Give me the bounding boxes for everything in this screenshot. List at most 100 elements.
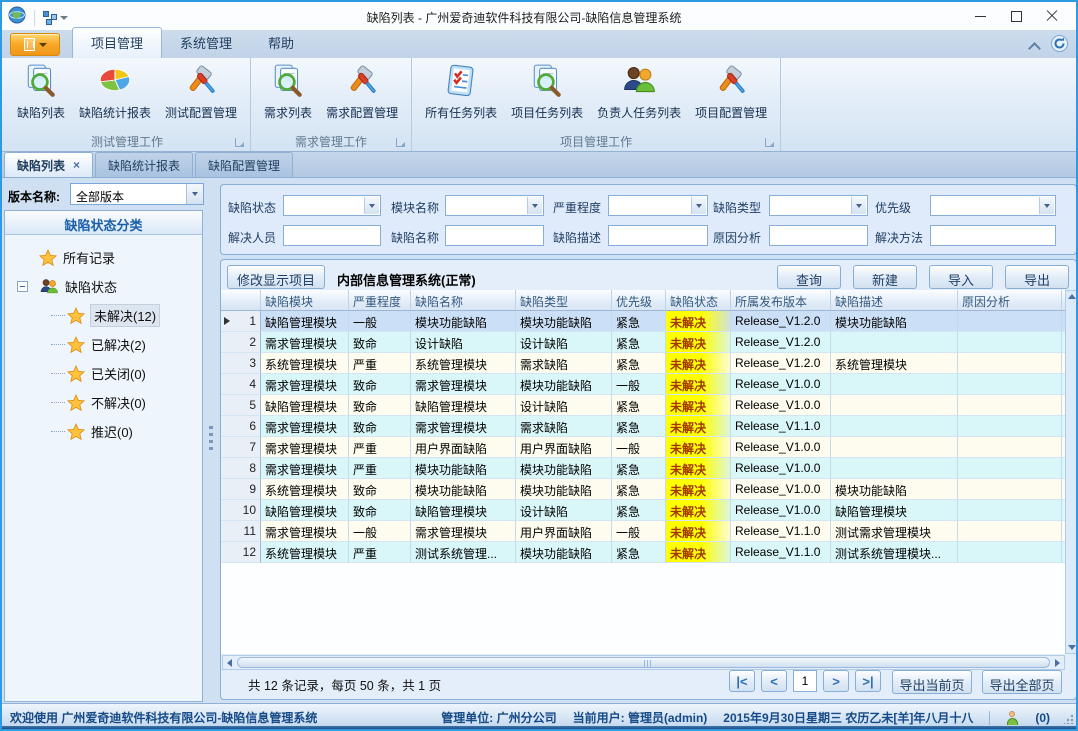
table-cell: 紧急	[612, 311, 666, 332]
column-header[interactable]: 所属发布版本	[731, 290, 831, 310]
column-header[interactable]: 原因分析	[958, 290, 1062, 310]
filter-dropdown[interactable]	[608, 195, 708, 216]
tree-item[interactable]: 推迟(0)	[5, 417, 202, 446]
close-button[interactable]	[1034, 5, 1070, 27]
doc-tab-1[interactable]: 缺陷列表×	[4, 152, 93, 177]
ribbon-button[interactable]: 需求配置管理	[319, 61, 405, 123]
tree-item[interactable]: 所有记录	[5, 243, 202, 272]
filter-dropdown[interactable]	[445, 195, 544, 216]
table-row[interactable]: 6需求管理模块致命需求管理模块需求缺陷紧急未解决Release_V1.1.0	[221, 416, 1065, 437]
table-row[interactable]: 5缺陷管理模块致命缺陷管理模块设计缺陷紧急未解决Release_V1.0.0	[221, 395, 1065, 416]
dialog-launcher-icon[interactable]	[765, 138, 774, 147]
chevron-down-icon[interactable]	[364, 197, 379, 214]
quick-access-toolbar-button[interactable]	[43, 11, 68, 25]
ribbon-button[interactable]: 需求列表	[257, 61, 319, 123]
help-refresh-icon[interactable]	[1051, 35, 1068, 57]
table-row[interactable]: 11需求管理模块一般需求管理模块用户界面缺陷一般未解决Release_V1.1.…	[221, 521, 1065, 542]
application-menu-button[interactable]	[10, 33, 60, 56]
tree-item[interactable]: 未解决(12)	[5, 301, 202, 330]
tree-item[interactable]: 不解决(0)	[5, 388, 202, 417]
sidebar-splitter[interactable]	[206, 178, 217, 705]
vertical-scrollbar[interactable]	[1065, 290, 1078, 654]
table-row[interactable]: 4需求管理模块致命需求管理模块模块功能缺陷一般未解决Release_V1.0.0	[221, 374, 1065, 395]
column-header[interactable]: 严重程度	[349, 290, 411, 310]
table-row[interactable]: 7需求管理模块严重用户界面缺陷用户界面缺陷一般未解决Release_V1.0.0	[221, 437, 1065, 458]
column-header[interactable]: 缺陷模块	[261, 290, 349, 310]
tree-item[interactable]: 已关闭(0)	[5, 359, 202, 388]
table-row[interactable]: 2需求管理模块致命设计缺陷设计缺陷紧急未解决Release_V1.2.0	[221, 332, 1065, 353]
chevron-down-icon[interactable]	[851, 197, 866, 214]
toolbar-action-button[interactable]: 导出	[1005, 265, 1069, 289]
ribbon-tab-3[interactable]: 帮助	[250, 28, 312, 58]
tree-item[interactable]: 已解决(2)	[5, 330, 202, 359]
ribbon-tab-1[interactable]: 项目管理	[72, 27, 162, 58]
tab-close-icon[interactable]: ×	[73, 160, 80, 170]
maximize-button[interactable]	[998, 5, 1034, 27]
column-header[interactable]: 缺陷名称	[411, 290, 516, 310]
horizontal-scrollbar[interactable]	[222, 655, 1065, 670]
filter-input[interactable]	[608, 225, 708, 246]
panel-title: 缺陷状态分类	[5, 211, 202, 235]
tree-item[interactable]: 缺陷状态	[5, 272, 202, 301]
collapse-ribbon-icon[interactable]	[1029, 43, 1039, 49]
scroll-up-icon[interactable]	[1068, 294, 1076, 299]
pager-first-button[interactable]: |<	[729, 670, 755, 692]
filter-input[interactable]	[445, 225, 544, 246]
column-header[interactable]: 缺陷描述	[831, 290, 958, 310]
ribbon-button[interactable]: 所有任务列表	[418, 61, 504, 123]
filter-input[interactable]	[769, 225, 868, 246]
ribbon-tab-2[interactable]: 系统管理	[162, 28, 250, 58]
ribbon-button[interactable]: 负责人任务列表	[590, 61, 688, 123]
table-cell: 用户界面缺陷	[516, 437, 612, 458]
ribbon-button[interactable]: 测试配置管理	[158, 61, 244, 123]
online-users-icon[interactable]	[1006, 711, 1019, 725]
column-header[interactable]: 缺陷类型	[516, 290, 612, 310]
ribbon-button[interactable]: 项目任务列表	[504, 61, 590, 123]
scroll-left-icon[interactable]	[227, 659, 232, 667]
pager-prev-button[interactable]: <	[761, 670, 787, 692]
table-cell: 一般	[349, 311, 411, 332]
table-cell: Release_V1.0.0	[731, 458, 831, 479]
chevron-down-icon[interactable]	[691, 197, 706, 214]
table-row[interactable]: 9系统管理模块致命模块功能缺陷模块功能缺陷紧急未解决Release_V1.0.0…	[221, 479, 1065, 500]
table-row[interactable]: 12系统管理模块严重测试系统管理...模块功能缺陷紧急未解决Release_V1…	[221, 542, 1065, 563]
table-row[interactable]: 3系统管理模块严重系统管理模块需求缺陷紧急未解决Release_V1.2.0系统…	[221, 353, 1065, 374]
pager-last-button[interactable]: >|	[855, 670, 881, 692]
chevron-down-icon[interactable]	[1039, 197, 1054, 214]
ribbon-button[interactable]: 项目配置管理	[688, 61, 774, 123]
ribbon-button[interactable]: 缺陷统计报表	[72, 61, 158, 123]
filter-dropdown[interactable]	[930, 195, 1056, 216]
filter-dropdown[interactable]	[283, 195, 381, 216]
table-row[interactable]: 8需求管理模块严重模块功能缺陷模块功能缺陷紧急未解决Release_V1.0.0	[221, 458, 1065, 479]
minimize-button[interactable]	[962, 5, 998, 27]
toolbar-action-button[interactable]: 查询	[777, 265, 841, 289]
doc-tab-3[interactable]: 缺陷配置管理	[195, 152, 293, 177]
ribbon-button[interactable]: 缺陷列表	[10, 61, 72, 123]
scroll-right-icon[interactable]	[1055, 659, 1060, 667]
resize-grip[interactable]	[1064, 715, 1073, 724]
tree-collapse-icon[interactable]	[17, 281, 28, 292]
modify-displayed-columns-button[interactable]: 修改显示项目	[227, 265, 325, 289]
page-number-input[interactable]	[793, 670, 817, 692]
toolbar-action-button[interactable]: 导入	[929, 265, 993, 289]
toolbar-action-button[interactable]: 新建	[853, 265, 917, 289]
table-row[interactable]: 1缺陷管理模块一般模块功能缺陷模块功能缺陷紧急未解决Release_V1.2.0…	[221, 311, 1065, 332]
scrollbar-thumb[interactable]	[237, 657, 1050, 668]
column-header[interactable]: 缺陷状态	[666, 290, 731, 310]
export-current-page-button[interactable]: 导出当前页	[892, 670, 972, 694]
export-all-pages-button[interactable]: 导出全部页	[982, 670, 1062, 694]
chevron-down-icon[interactable]	[527, 197, 542, 214]
table-row[interactable]: 10缺陷管理模块致命缺陷管理模块设计缺陷紧急未解决Release_V1.0.0缺…	[221, 500, 1065, 521]
scroll-down-icon[interactable]	[1068, 645, 1076, 650]
dialog-launcher-icon[interactable]	[396, 138, 405, 147]
version-combo[interactable]: 全部版本	[70, 183, 204, 205]
filter-input[interactable]	[930, 225, 1056, 246]
filter-input[interactable]	[283, 225, 381, 246]
table-cell: 缺陷管理模块	[411, 395, 516, 416]
pager-next-button[interactable]: >	[823, 670, 849, 692]
dialog-launcher-icon[interactable]	[235, 138, 244, 147]
filter-dropdown[interactable]	[769, 195, 868, 216]
version-combo-dropdown-button[interactable]	[186, 184, 203, 204]
doc-tab-2[interactable]: 缺陷统计报表	[95, 152, 193, 177]
column-header[interactable]: 优先级	[612, 290, 666, 310]
